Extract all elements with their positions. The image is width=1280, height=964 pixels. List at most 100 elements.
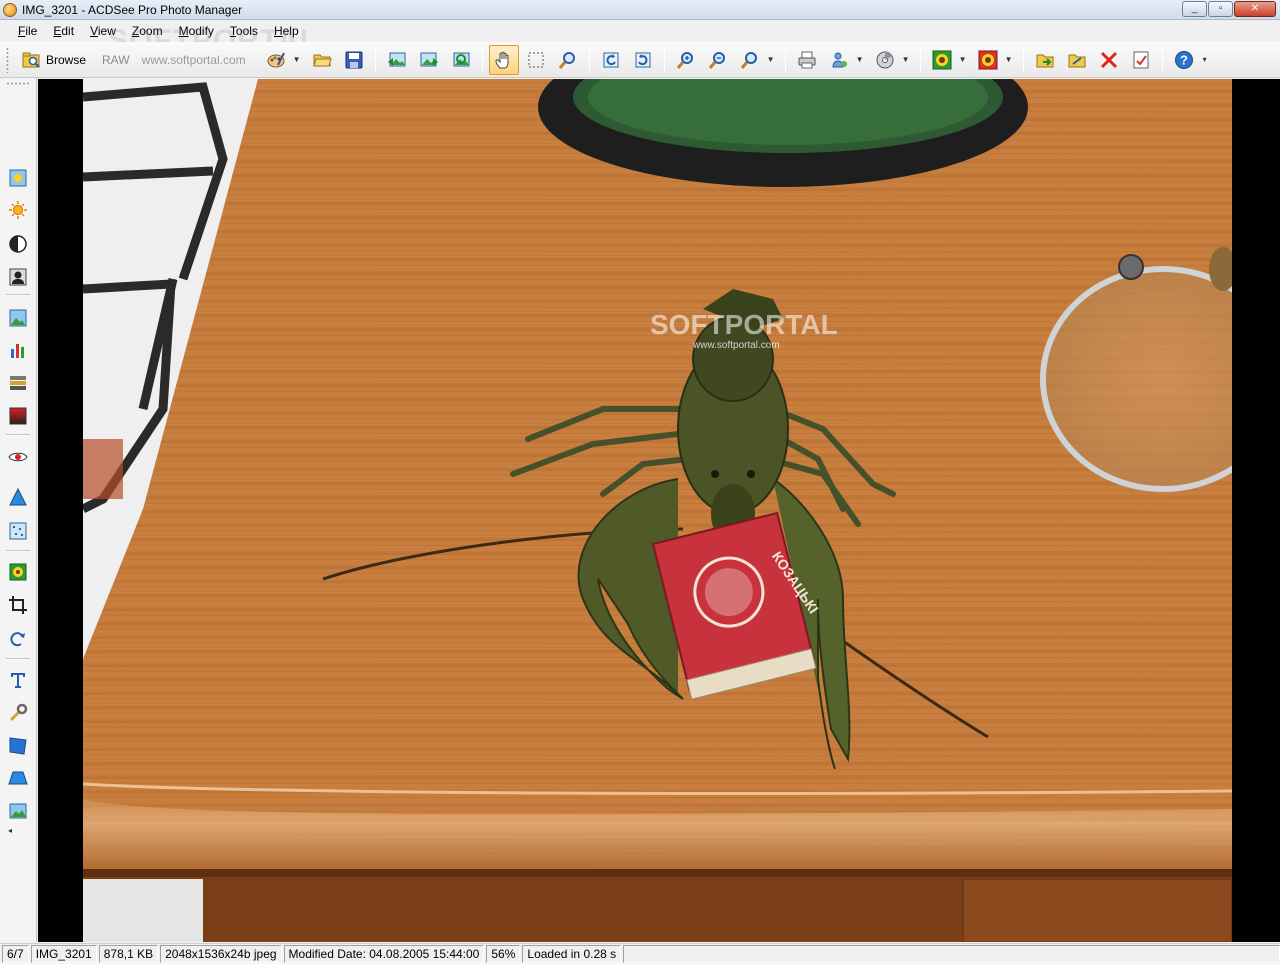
auto-advance-button[interactable] (446, 45, 476, 75)
status-bar: 6/7 IMG_3201 878,1 KB 2048x1536x24b jpeg… (0, 943, 1280, 964)
tool-exposure[interactable] (6, 232, 30, 256)
sunflower-red-icon (978, 50, 998, 69)
sunflower-green-button[interactable] (927, 45, 957, 75)
tool-text[interactable] (6, 668, 30, 692)
trapezoid-icon (8, 771, 28, 785)
rotate-left-button[interactable] (596, 45, 626, 75)
floppy-save-icon (345, 51, 363, 68)
edit-image-button[interactable] (261, 45, 291, 75)
menu-modify[interactable]: Modify (171, 21, 222, 41)
maximize-button[interactable]: ▫ (1208, 1, 1233, 17)
rotate-right-button[interactable] (628, 45, 658, 75)
copy-to-folder-button[interactable] (1030, 45, 1060, 75)
sunflower-red-button[interactable] (973, 45, 1003, 75)
selection-tool-button[interactable] (521, 45, 551, 75)
raw-label[interactable]: RAW (102, 53, 130, 67)
tool-distortion[interactable] (6, 766, 30, 790)
tool-color-balance[interactable] (6, 306, 30, 330)
edit-dropdown-arrow[interactable]: ▼ (292, 55, 302, 64)
save-button[interactable] (339, 45, 369, 75)
toolbar-separator (374, 46, 376, 73)
disc-button[interactable] (870, 45, 900, 75)
tool-portrait[interactable] (6, 265, 30, 289)
toolbar-separator (1161, 46, 1163, 73)
help-button[interactable]: ? (1169, 45, 1199, 75)
next-image-button[interactable] (414, 45, 444, 75)
palette-icon (267, 52, 285, 67)
menu-view[interactable]: View (82, 21, 124, 41)
photo-scene: КОЗАЦЬКI SOFTPORTAL www.softportal.com (83, 79, 1232, 942)
panel-separator (6, 550, 30, 551)
tool-auto-enhance[interactable] (6, 166, 30, 190)
main-toolbar: Browse RAW www.softportal.com ▼ ▼ ▼ ▼ ▼ … (0, 42, 1280, 78)
zoom-in-button[interactable] (671, 45, 701, 75)
tool-histogram[interactable] (6, 338, 30, 362)
disc-dropdown-arrow[interactable]: ▼ (901, 55, 911, 64)
panel-separator (6, 434, 30, 435)
open-button[interactable] (307, 45, 337, 75)
send-button[interactable] (824, 45, 854, 75)
zoom-tool-button[interactable] (553, 45, 583, 75)
panel-grip[interactable] (6, 82, 30, 85)
print-button[interactable] (792, 45, 822, 75)
title-bar: IMG_3201 - ACDSee Pro Photo Manager _ ▫ … (0, 0, 1280, 20)
toolbar-separator (1022, 46, 1024, 73)
properties-button[interactable] (1126, 45, 1156, 75)
image-viewer[interactable]: КОЗАЦЬКI SOFTPORTAL www.softportal.com (38, 79, 1280, 942)
image-watermark-url: www.softportal.com (692, 340, 780, 351)
menu-file[interactable]: File (10, 21, 45, 41)
checklist-icon (1133, 51, 1149, 68)
image-sync-icon (453, 52, 470, 66)
toolbar-overflow-arrow[interactable]: ▾ (1200, 55, 1210, 64)
send-person-icon (832, 52, 847, 67)
menu-tools[interactable]: Tools (222, 21, 266, 41)
status-zoom[interactable]: 56% (486, 945, 521, 963)
svg-text:?: ? (1180, 52, 1188, 67)
sun-icon (9, 201, 27, 219)
tool-sharpen[interactable] (6, 485, 30, 509)
folder-move-icon (1068, 54, 1086, 67)
menu-bar: File Edit View Zoom Modify Tools Help (0, 20, 1280, 42)
rotate-left-icon (603, 52, 619, 67)
status-filler (623, 945, 1280, 963)
move-to-folder-button[interactable] (1062, 45, 1092, 75)
menu-zoom[interactable]: Zoom (124, 21, 171, 41)
menu-edit[interactable]: Edit (45, 21, 82, 41)
bar-chart-icon (11, 344, 24, 358)
zoom-options-button[interactable] (735, 45, 765, 75)
zoom-in-icon (676, 51, 693, 69)
zoom-out-button[interactable] (703, 45, 733, 75)
status-load-time: Loaded in 0.28 s (522, 945, 622, 963)
sunflower-dropdown-arrow[interactable]: ▼ (958, 55, 968, 64)
browse-button[interactable]: Browse (15, 46, 92, 74)
delete-button[interactable] (1094, 45, 1124, 75)
hand-icon (495, 51, 509, 68)
close-button[interactable]: ✕ (1234, 1, 1276, 17)
tool-effects[interactable] (6, 560, 30, 584)
sunflower-red-dropdown-arrow[interactable]: ▼ (1004, 55, 1014, 64)
tool-crop[interactable] (6, 593, 30, 617)
delete-x-icon (1100, 51, 1117, 68)
tool-repair[interactable] (6, 701, 30, 725)
tool-perspective[interactable] (6, 734, 30, 758)
tool-rotate[interactable] (6, 627, 30, 651)
photo-crayfish-on-table[interactable]: КОЗАЦЬКI SOFTPORTAL www.softportal.com (83, 79, 1232, 942)
tool-levels[interactable] (6, 371, 30, 395)
send-dropdown-arrow[interactable]: ▼ (855, 55, 865, 64)
menu-help[interactable]: Help (266, 21, 307, 41)
tool-photo-fix[interactable] (6, 799, 30, 823)
zoom-dropdown-arrow[interactable]: ▼ (766, 55, 776, 64)
minimize-button[interactable]: _ (1182, 1, 1207, 17)
toolbar-separator (919, 46, 921, 73)
toolbar-grip[interactable] (6, 46, 9, 73)
browse-label: Browse (46, 52, 87, 67)
panel-more-arrow[interactable]: ◂ (8, 826, 12, 835)
photo-mountain-icon (9, 803, 27, 819)
previous-image-button[interactable] (382, 45, 412, 75)
tool-lighting[interactable] (6, 198, 30, 222)
tool-curves[interactable] (6, 404, 30, 428)
hand-tool-button[interactable] (488, 44, 519, 75)
tool-noise[interactable] (6, 519, 30, 543)
status-filename: IMG_3201 (30, 945, 97, 963)
tool-red-eye[interactable] (6, 445, 30, 469)
